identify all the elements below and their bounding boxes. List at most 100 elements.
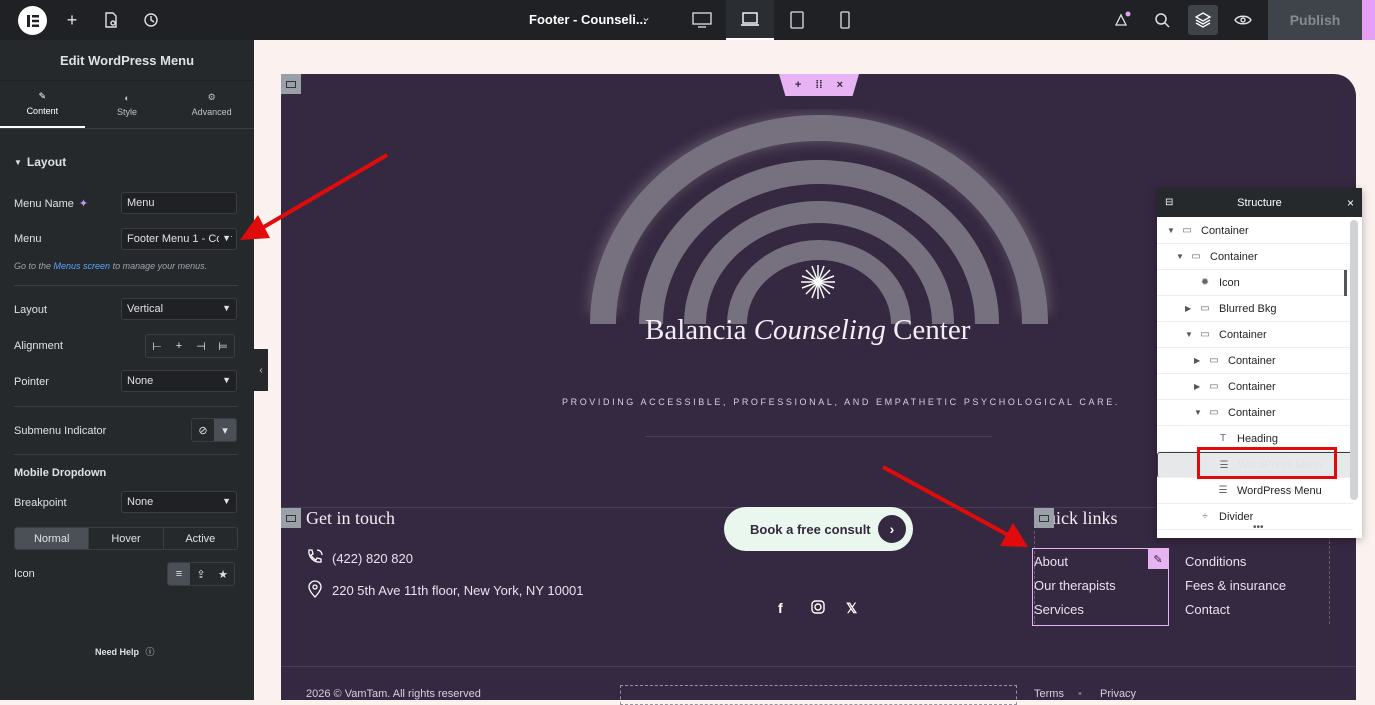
pointer-select[interactable]: None ▼ [121, 370, 237, 392]
structure-row[interactable]: ▶ ▭ Container [1157, 374, 1353, 400]
layout-select[interactable]: Vertical ▼ [121, 298, 237, 320]
collapse-structure-icon[interactable]: ⊟ [1165, 197, 1173, 208]
structure-row[interactable]: ✹ Icon [1157, 270, 1353, 296]
hamburger-icon[interactable]: ≡ [168, 563, 190, 585]
layers-icon[interactable] [1188, 5, 1218, 35]
align-justify-icon[interactable]: ⊨ [212, 335, 234, 357]
edit-pencil-icon[interactable]: ✎ [1148, 549, 1168, 569]
menu-name-input[interactable]: Menu [121, 192, 237, 214]
structure-row[interactable]: ▼ ▭ Container [1157, 322, 1353, 348]
align-right-icon[interactable]: ⊣ [190, 335, 212, 357]
structure-row[interactable]: ▼ ▭ Container [1157, 400, 1353, 426]
section-layout-toggle[interactable]: ▼ Layout [14, 155, 238, 169]
half-circle-icon: ◐ [124, 92, 130, 103]
brand-heading: Balancia Counseling Center [645, 314, 970, 347]
note-text: Go to the [14, 261, 54, 271]
structure-row[interactable]: ▶ ▭ Blurred Bkg [1157, 296, 1353, 322]
tab-advanced[interactable]: ⚙ Advanced [169, 81, 254, 128]
divider [14, 406, 238, 407]
section-handle[interactable]: + ⁞⁞ × [779, 74, 859, 96]
close-icon[interactable]: × [1347, 196, 1354, 210]
page-settings-icon[interactable] [99, 8, 123, 32]
collapse-panel-icon[interactable]: ‹ [254, 349, 268, 391]
footer-link-privacy[interactable]: Privacy [1100, 688, 1136, 700]
expand-toggle-icon[interactable]: ▶ [1185, 304, 1197, 313]
expand-toggle-icon[interactable]: ▼ [1185, 330, 1197, 339]
alignment-group: ⊢ + ⊣ ⊨ [145, 334, 235, 358]
menu-link-conditions[interactable]: Conditions [1185, 554, 1246, 569]
structure-row[interactable]: ▼ ▭ Container [1157, 218, 1353, 244]
brand-text: Center [885, 314, 971, 346]
preview-eye-icon[interactable] [1231, 8, 1255, 32]
upload-icon[interactable]: ⇪ [190, 563, 212, 585]
expand-toggle-icon[interactable]: ▶ [1194, 356, 1206, 365]
add-icon[interactable]: + [795, 79, 801, 91]
footer-link-terms[interactable]: Terms [1034, 688, 1064, 700]
search-icon[interactable] [1150, 8, 1174, 32]
container-handle-icon[interactable] [281, 74, 301, 94]
structure-scrollbar[interactable] [1350, 220, 1358, 500]
state-active-tab[interactable]: Active [162, 528, 237, 549]
expand-toggle-icon[interactable]: ▼ [1176, 252, 1188, 261]
none-icon[interactable]: ⊘ [192, 419, 214, 441]
container-handle-icon[interactable] [1034, 508, 1054, 528]
mobile-icon[interactable] [821, 0, 869, 40]
menu-link-services[interactable]: Services [1034, 602, 1084, 617]
facebook-icon[interactable]: f [778, 600, 783, 616]
address-item[interactable]: 220 5th Ave 11th floor, New York, NY 100… [306, 580, 584, 601]
state-hover-tab[interactable]: Hover [88, 528, 162, 549]
breakpoint-select[interactable]: None ▼ [121, 491, 237, 513]
empty-container-placeholder[interactable] [620, 685, 1017, 705]
ai-sparkle-icon[interactable]: ✦ [79, 197, 88, 210]
menu-link-fees[interactable]: Fees & insurance [1185, 578, 1286, 593]
structure-row[interactable]: ☰ WordPress Menu [1157, 478, 1353, 504]
tab-style[interactable]: ◐ Style [85, 81, 170, 128]
expand-toggle-icon[interactable]: ▼ [1167, 226, 1179, 235]
expand-toggle-icon[interactable]: ▶ [1194, 382, 1206, 391]
notifications-icon[interactable] [1110, 8, 1134, 32]
phone-item[interactable]: (422) 820 820 [306, 548, 413, 569]
menus-screen-link[interactable]: Menus screen [54, 261, 111, 271]
elementor-logo-icon[interactable] [18, 6, 47, 35]
tab-content[interactable]: ✎ Content [0, 81, 85, 128]
publish-dropdown-button[interactable] [1362, 0, 1375, 40]
menu-link-therapists[interactable]: Our therapists [1034, 578, 1116, 593]
laptop-icon[interactable] [726, 0, 774, 40]
menu-select[interactable]: Footer Menu 1 - Cour ▼ [121, 228, 237, 250]
instagram-icon[interactable] [811, 600, 825, 617]
x-twitter-icon[interactable]: 𝕏 [846, 600, 857, 617]
container-icon: ▭ [1200, 329, 1210, 340]
structure-row-label: WordPress Menu [1237, 484, 1322, 497]
icon-label: Icon [14, 568, 35, 580]
history-icon[interactable] [139, 8, 163, 32]
caret-down-icon[interactable]: ▾ [214, 419, 236, 441]
star-icon[interactable]: ★ [212, 563, 234, 585]
align-center-icon[interactable]: + [168, 335, 190, 357]
publish-button[interactable]: Publish [1268, 0, 1362, 40]
book-consult-button[interactable]: Book a free consult › [724, 507, 913, 551]
structure-row[interactable]: ▼ ▭ Container [1157, 244, 1353, 270]
structure-row-label: Blurred Bkg [1219, 302, 1277, 315]
structure-title: Structure [1237, 196, 1282, 209]
plus-icon[interactable]: + [60, 8, 84, 32]
container-icon: ▭ [1182, 225, 1192, 236]
expand-toggle-icon[interactable]: ▼ [1194, 408, 1206, 417]
close-icon[interactable]: × [837, 79, 843, 91]
align-left-icon[interactable]: ⊢ [146, 335, 168, 357]
drag-handle-icon[interactable]: ⁞⁞ [815, 79, 822, 91]
menu-link-contact[interactable]: Contact [1185, 602, 1230, 617]
structure-row[interactable]: ▶ ▭ Container [1157, 348, 1353, 374]
menu-link-about[interactable]: About [1034, 554, 1068, 569]
structure-scroll-thumb[interactable] [1344, 270, 1347, 296]
chevron-down-icon[interactable]: ⌄ [641, 10, 651, 24]
container-handle-icon[interactable] [281, 508, 301, 528]
caret-down-icon: ▼ [219, 233, 231, 243]
need-help-link[interactable]: Need Help ⓘ [95, 645, 155, 658]
structure-header[interactable]: ⊟ Structure × [1157, 188, 1362, 217]
cta-label: Book a free consult [750, 521, 871, 537]
section-layout-label: Layout [26, 155, 67, 169]
desktop-icon[interactable] [678, 0, 726, 40]
document-title[interactable]: Footer - Counseli... [529, 12, 647, 27]
tablet-icon[interactable] [773, 0, 821, 40]
state-normal-tab[interactable]: Normal [15, 528, 89, 549]
